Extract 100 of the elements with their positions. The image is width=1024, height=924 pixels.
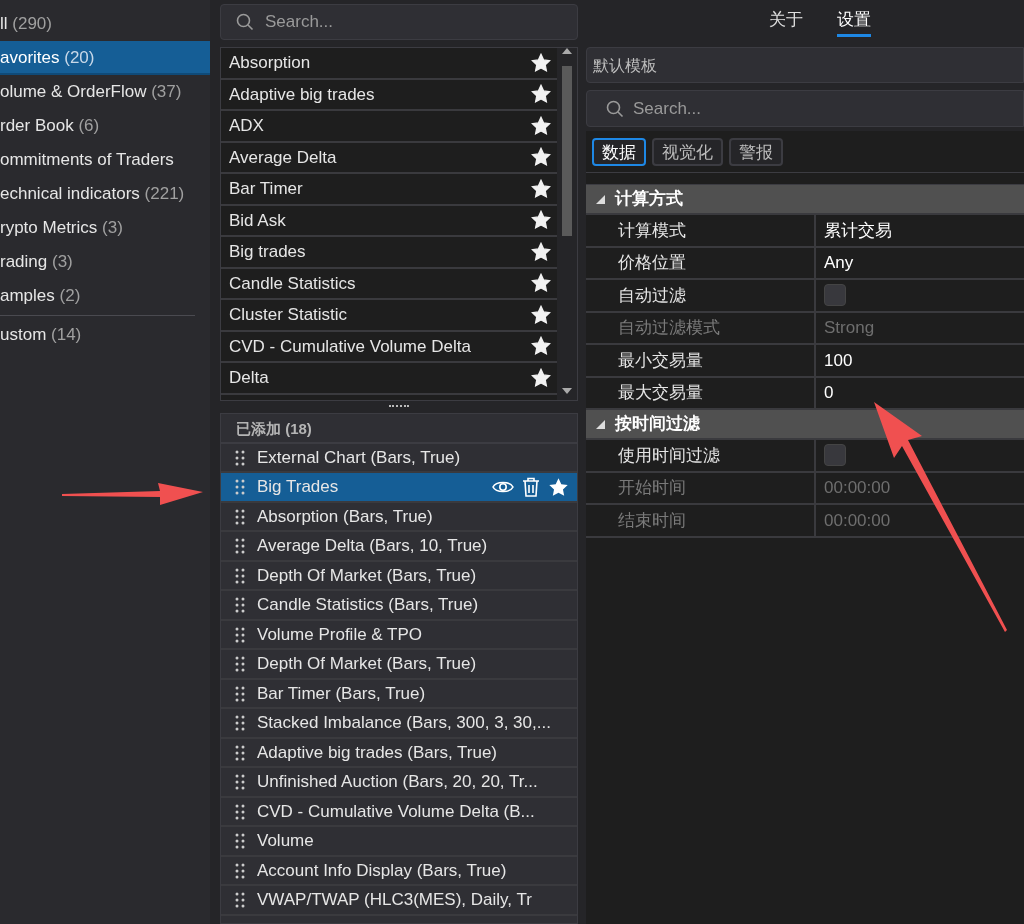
list-item[interactable]: Absorption (Bars, True) [221, 502, 577, 533]
category-item[interactable]: amples (2) [0, 279, 210, 313]
search-icon [236, 13, 254, 31]
search-field[interactable]: Search... [586, 90, 1024, 127]
list-item[interactable]: Big Trades [221, 473, 577, 503]
drag-handle-icon[interactable] [235, 803, 245, 820]
star-icon[interactable] [531, 178, 551, 199]
drag-handle-icon[interactable] [235, 744, 245, 761]
list-item[interactable]: Volume Profile & TPO [221, 620, 577, 651]
drag-handle-icon[interactable] [235, 833, 245, 849]
tab[interactable]: 设置 [837, 0, 871, 37]
star-icon[interactable] [531, 147, 551, 168]
star-icon[interactable] [531, 210, 551, 231]
indicator-item[interactable]: Adaptive big trades [229, 81, 531, 107]
drag-handle-icon[interactable] [235, 508, 245, 525]
tab[interactable]: 警报 [729, 137, 783, 166]
list-item[interactable]: VWAP/TWAP (HLC3(MES), Daily, Tr [221, 886, 577, 916]
property-value: 00:00:00 [824, 477, 891, 499]
indicator-item[interactable]: Delta [229, 365, 531, 391]
indicator-item[interactable]: Absorption [229, 50, 531, 76]
drag-handle-icon[interactable] [235, 862, 245, 879]
drag-handle-icon[interactable] [235, 479, 245, 495]
category-item[interactable]: ll (290) [0, 7, 210, 41]
search-field[interactable]: Search... [220, 4, 578, 40]
list-item[interactable]: Unfinished Auction (Bars, 20, 20, Tr... [221, 768, 577, 798]
collapse-icon[interactable] [596, 194, 605, 204]
indicator-item[interactable]: Big trades [229, 239, 531, 265]
category-item[interactable]: echnical indicators (221) [0, 177, 210, 211]
collapse-icon[interactable] [596, 419, 605, 429]
category-item[interactable]: rder Book (6) [0, 109, 210, 143]
search-icon [606, 100, 624, 118]
indicator-item[interactable]: Bid Ask [229, 207, 531, 233]
property-label: 自动过滤模式 [586, 312, 816, 343]
list-item[interactable]: Depth Of Market (Bars, True) [221, 650, 577, 680]
list-item[interactable]: CVD - Cumulative Volume Delta (B... [221, 797, 577, 828]
property-value[interactable]: 0 [824, 380, 834, 406]
property-value[interactable]: Any [824, 250, 854, 276]
drag-handle-icon[interactable] [235, 597, 245, 613]
tab[interactable]: 视觉化 [652, 137, 723, 166]
category-item[interactable]: olume & OrderFlow (37) [0, 75, 210, 109]
drag-handle-icon[interactable] [235, 715, 245, 731]
drag-handle-icon[interactable] [235, 449, 245, 466]
section-title: 已添加 (18) [221, 413, 577, 444]
scroll-thumb[interactable] [562, 66, 572, 236]
star-icon[interactable] [531, 367, 551, 388]
property-value[interactable]: 100 [824, 347, 853, 373]
drag-handle-icon[interactable] [235, 892, 245, 908]
property-label: 最小交易量 [586, 345, 816, 376]
drag-handle-icon[interactable] [235, 656, 245, 672]
star-icon[interactable] [548, 476, 569, 498]
star-icon[interactable] [531, 52, 551, 73]
star-icon[interactable] [531, 336, 551, 357]
drag-handle-icon[interactable] [235, 538, 245, 554]
property-value[interactable]: 累计交易 [824, 217, 892, 243]
category-item[interactable]: ustom (14) [0, 318, 210, 352]
star-icon[interactable] [531, 241, 551, 262]
scrollbar[interactable] [557, 48, 577, 400]
indicator-item[interactable]: CVD - Cumulative Volume Delta [229, 333, 531, 359]
indicator-item[interactable]: Cluster Statistic [229, 302, 531, 328]
list-item[interactable]: Average Delta (Bars, 10, True) [221, 532, 577, 562]
star-icon[interactable] [531, 84, 551, 105]
resize-handle[interactable] [389, 405, 409, 409]
list-item[interactable]: Volume [221, 827, 577, 857]
star-icon[interactable] [531, 273, 551, 294]
eye-icon[interactable] [492, 479, 514, 495]
property-label: 结束时间 [586, 505, 816, 536]
star-icon[interactable] [531, 115, 551, 136]
list-item[interactable]: Adaptive big trades (Bars, True) [221, 738, 577, 769]
category-item[interactable]: ommitments of Traders [0, 143, 210, 177]
indicator-item[interactable]: Candle Statistics [229, 270, 531, 296]
tab[interactable]: 数据 [592, 137, 646, 166]
drag-handle-icon[interactable] [235, 685, 245, 702]
property-label: 使用时间过滤 [586, 440, 816, 471]
list-item[interactable]: Candle Statistics (Bars, True) [221, 591, 577, 621]
drag-handle-icon[interactable] [235, 626, 245, 643]
property-label: 计算模式 [586, 215, 816, 246]
property-label: 自动过滤 [586, 280, 816, 311]
list-item[interactable]: Stacked Imbalance (Bars, 300, 3, 30,... [221, 709, 577, 739]
list-item[interactable]: Depth Of Market (Bars, True) [221, 561, 577, 592]
tab[interactable]: 关于 [769, 0, 803, 37]
category-item[interactable]: rypto Metrics (3) [0, 211, 210, 245]
section-header[interactable]: 按时间过滤 [586, 410, 1024, 440]
scroll-up-icon[interactable] [562, 48, 572, 54]
list-item[interactable]: Account Info Display (Bars, True) [221, 856, 577, 887]
scroll-down-icon[interactable] [562, 387, 572, 394]
indicator-item[interactable]: Average Delta [229, 144, 531, 170]
list-item[interactable]: Bar Timer (Bars, True) [221, 679, 577, 710]
checkbox[interactable] [824, 284, 846, 307]
category-item[interactable]: rading (3) [0, 245, 210, 279]
star-icon[interactable] [531, 304, 551, 325]
drag-handle-icon[interactable] [235, 774, 245, 790]
trash-icon[interactable] [522, 477, 540, 497]
template-dropdown[interactable]: 默认模板 [586, 47, 1024, 83]
indicator-item[interactable]: Bar Timer [229, 176, 531, 202]
indicator-item[interactable]: ADX [229, 113, 531, 139]
checkbox[interactable] [824, 444, 846, 467]
section-header[interactable]: 计算方式 [586, 185, 1024, 215]
category-item[interactable]: avorites (20) [0, 41, 210, 75]
drag-handle-icon[interactable] [235, 567, 245, 584]
property-label: 开始时间 [586, 472, 816, 503]
